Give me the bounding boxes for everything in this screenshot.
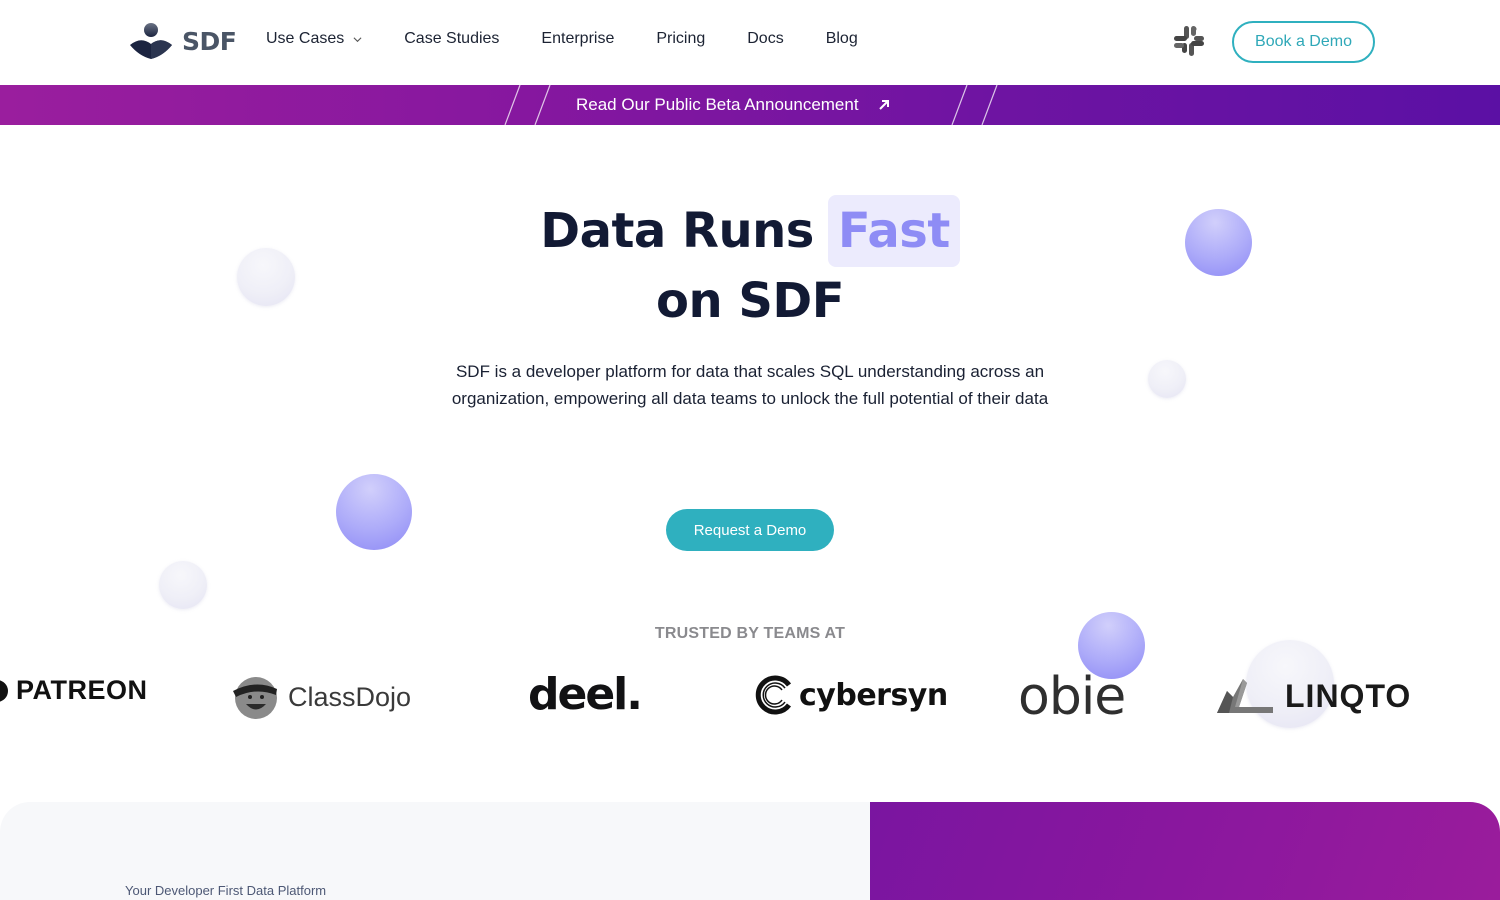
- slack-icon[interactable]: [1172, 24, 1206, 58]
- main-nav: Use Cases Case Studies Enterprise Pricin…: [266, 30, 900, 48]
- nav-enterprise[interactable]: Enterprise: [541, 30, 614, 48]
- nav-use-cases-label: Use Cases: [266, 30, 345, 47]
- brand-logo[interactable]: SDF: [129, 22, 237, 60]
- linqto-mark-icon: [1217, 679, 1273, 713]
- book-demo-button[interactable]: Book a Demo: [1232, 21, 1375, 63]
- logo-obie: obie: [1018, 667, 1126, 727]
- logo-cybersyn-text: cybersyn: [799, 677, 948, 713]
- platform-tagline: Your Developer First Data Platform: [125, 883, 327, 898]
- brand-name: SDF: [182, 26, 237, 56]
- banner-label: Read Our Public Beta Announcement: [576, 95, 859, 114]
- site-header: SDF Use Cases Case Studies Enterprise Pr…: [0, 0, 1500, 85]
- platform-visual-panel: [870, 802, 1500, 900]
- logo-patreon: PATREON: [0, 675, 148, 706]
- classdojo-mascot-icon: [233, 677, 277, 719]
- decorative-bubble: [159, 561, 207, 609]
- beta-announcement-link[interactable]: Read Our Public Beta Announcement: [576, 85, 891, 125]
- platform-section: Your Developer First Data Platform: [0, 802, 870, 900]
- logo-cybersyn: cybersyn: [755, 675, 948, 715]
- nav-use-cases[interactable]: Use Cases: [266, 30, 362, 48]
- hero-title-highlight: Fast: [827, 195, 960, 267]
- trusted-by-heading: TRUSTED BY TEAMS AT: [654, 625, 846, 642]
- decorative-bubble: [336, 474, 412, 550]
- hero-title-part1: Data Runs: [540, 203, 814, 259]
- nav-blog[interactable]: Blog: [826, 30, 858, 48]
- logo-deel: deel.: [528, 669, 643, 720]
- chevron-down-icon: [353, 36, 362, 42]
- decorative-bubble: [1148, 360, 1186, 398]
- logo-linqto-text: LINQTO: [1285, 677, 1412, 714]
- logo-patreon-text: PATREON: [16, 675, 148, 705]
- nav-pricing[interactable]: Pricing: [656, 30, 705, 48]
- logo-classdojo-text: ClassDojo: [288, 681, 412, 712]
- hero-title-part2: on SDF: [655, 273, 845, 329]
- arrow-up-right-icon: [878, 100, 889, 110]
- customer-logos: PATREON ClassDojo deel. cybersyn obie LI…: [0, 665, 1500, 735]
- patreon-mark-icon: [0, 679, 8, 702]
- cybersyn-mark-icon: [755, 675, 792, 715]
- logo-linqto: LINQTO: [1215, 677, 1411, 715]
- nav-docs[interactable]: Docs: [747, 30, 783, 48]
- nav-case-studies[interactable]: Case Studies: [404, 30, 499, 48]
- sdf-logo-icon: [130, 23, 172, 59]
- logo-classdojo: ClassDojo: [230, 673, 411, 721]
- hero-title: Data Runs Fast on SDF: [0, 195, 1500, 335]
- request-demo-button[interactable]: Request a Demo: [666, 509, 834, 551]
- announcement-banner: Read Our Public Beta Announcement: [0, 85, 1500, 125]
- hero-subtitle: SDF is a developer platform for data tha…: [451, 362, 1049, 408]
